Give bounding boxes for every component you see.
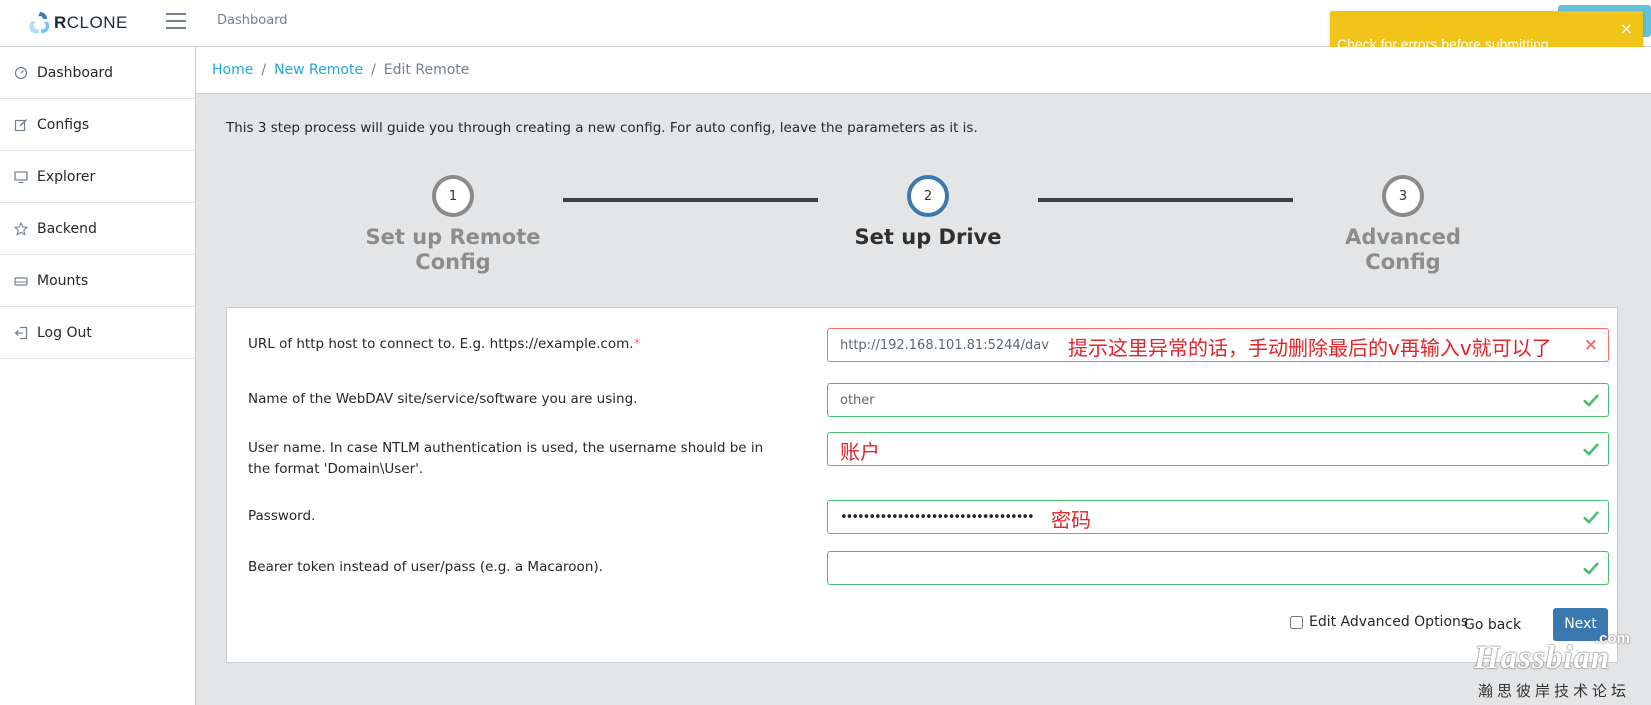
step-title: Advanced Config bbox=[1283, 225, 1523, 275]
password-label: Password. bbox=[248, 508, 316, 524]
step-1: 1 Set up Remote Config bbox=[333, 175, 573, 275]
pencil-square-icon bbox=[14, 118, 27, 131]
step-title: Set up Drive bbox=[808, 225, 1048, 250]
url-field[interactable]: http://192.168.101.81:5244/dav 提示这里异常的话，… bbox=[827, 328, 1609, 362]
intro-text: This 3 step process will guide you throu… bbox=[226, 120, 978, 136]
step-2: 2 Set up Drive bbox=[808, 175, 1048, 250]
watermark-subtitle: 瀚思彼岸技术论坛 bbox=[1478, 682, 1631, 700]
brand-prefix: R bbox=[54, 13, 67, 32]
breadcrumb-separator: / bbox=[261, 62, 267, 78]
speedometer-icon bbox=[14, 66, 28, 79]
sidebar-item-label: Mounts bbox=[37, 272, 89, 289]
vendor-label: Name of the WebDAV site/service/software… bbox=[248, 391, 638, 407]
header-dashboard-link[interactable]: Dashboard bbox=[217, 13, 288, 28]
edit-advanced-checkbox[interactable] bbox=[1290, 615, 1303, 629]
error-x-icon: × bbox=[1583, 335, 1598, 355]
password-field[interactable]: •••••••••••••••••••••••••••••••••• 密码 bbox=[827, 500, 1609, 534]
logout-icon bbox=[14, 326, 28, 339]
url-annotation: 提示这里异常的话，手动删除最后的v再输入v就可以了 bbox=[1068, 336, 1552, 360]
step-title-line: Advanced bbox=[1345, 225, 1461, 249]
step-title-line: Set up Remote bbox=[365, 225, 541, 249]
url-label-text: URL of http host to connect to. E.g. htt… bbox=[248, 336, 634, 352]
bearer-token-field[interactable] bbox=[827, 551, 1609, 585]
step-number: 2 bbox=[907, 175, 949, 217]
step-title-line: Config bbox=[415, 250, 491, 274]
valid-check-icon bbox=[1583, 443, 1599, 456]
star-icon bbox=[14, 221, 28, 236]
user-field[interactable]: 账户 bbox=[827, 432, 1609, 466]
bearer-label: Bearer token instead of user/pass (e.g. … bbox=[248, 559, 603, 575]
sidebar: Dashboard Configs Explorer Backend Mount… bbox=[0, 47, 196, 705]
vendor-value: other bbox=[840, 393, 875, 408]
step-3: 3 Advanced Config bbox=[1283, 175, 1523, 275]
url-label: URL of http host to connect to. E.g. htt… bbox=[248, 334, 788, 355]
watermark-name: Hassbian bbox=[1474, 640, 1611, 676]
step-title-line: Set up Drive bbox=[854, 225, 1002, 249]
step-title-line: Config bbox=[1365, 250, 1441, 274]
breadcrumb-home[interactable]: Home bbox=[212, 62, 253, 78]
vendor-field[interactable]: other bbox=[827, 383, 1609, 417]
required-mark: * bbox=[633, 336, 641, 352]
step-title: Set up Remote Config bbox=[333, 225, 573, 275]
password-value: •••••••••••••••••••••••••••••••••• bbox=[840, 510, 1035, 525]
step-connector-2 bbox=[1038, 198, 1293, 202]
sidebar-item-explorer[interactable]: Explorer bbox=[0, 151, 195, 203]
breadcrumb-current: Edit Remote bbox=[383, 62, 470, 78]
sidebar-item-label: Dashboard bbox=[37, 64, 113, 81]
edit-advanced-label: Edit Advanced Options bbox=[1309, 614, 1469, 630]
brand-rest: CLONE bbox=[66, 13, 128, 32]
breadcrumb: Home / New Remote / Edit Remote bbox=[196, 47, 1651, 94]
password-annotation: 密码 bbox=[1051, 508, 1091, 532]
sidebar-item-label: Backend bbox=[37, 220, 97, 237]
step-number: 1 bbox=[432, 175, 474, 217]
url-value: http://192.168.101.81:5244/dav bbox=[840, 338, 1049, 353]
drive-icon bbox=[14, 276, 28, 286]
sidebar-item-dashboard[interactable]: Dashboard bbox=[0, 47, 195, 99]
sidebar-item-label: Log Out bbox=[37, 324, 92, 341]
user-annotation: 账户 bbox=[840, 440, 880, 464]
monitor-icon bbox=[14, 170, 28, 183]
step-number: 3 bbox=[1382, 175, 1424, 217]
hassbian-watermark: .com Hassbian 瀚思彼岸技术论坛 bbox=[1472, 628, 1644, 704]
sidebar-item-configs[interactable]: Configs bbox=[0, 99, 195, 151]
sidebar-item-label: Configs bbox=[37, 116, 90, 133]
breadcrumb-new-remote[interactable]: New Remote bbox=[274, 62, 363, 78]
user-label: User name. In case NTLM authentication i… bbox=[248, 440, 764, 477]
hamburger-menu-icon[interactable] bbox=[166, 13, 186, 31]
step-connector-1 bbox=[563, 198, 818, 202]
sidebar-item-mounts[interactable]: Mounts bbox=[0, 255, 195, 307]
valid-check-icon bbox=[1583, 394, 1599, 407]
brand-name: RCLONE bbox=[54, 13, 128, 33]
valid-check-icon bbox=[1583, 562, 1599, 575]
rclone-logo-icon bbox=[29, 12, 50, 34]
edit-advanced-options[interactable]: Edit Advanced Options bbox=[1290, 614, 1468, 630]
rclone-logo[interactable]: RCLONE bbox=[28, 8, 128, 38]
sidebar-item-backend[interactable]: Backend bbox=[0, 203, 195, 255]
sidebar-item-label: Explorer bbox=[37, 168, 96, 185]
drive-config-form: URL of http host to connect to. E.g. htt… bbox=[226, 307, 1618, 663]
valid-check-icon bbox=[1583, 511, 1599, 524]
sidebar-item-logout[interactable]: Log Out bbox=[0, 307, 195, 359]
breadcrumb-separator: / bbox=[371, 62, 376, 78]
close-icon[interactable]: × bbox=[1620, 21, 1633, 37]
